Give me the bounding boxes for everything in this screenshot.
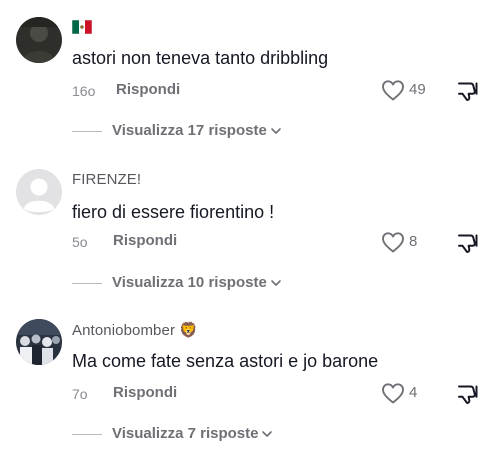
lion-emoji: 🦁 [179, 322, 199, 339]
heart-icon [382, 232, 404, 253]
comment-text: fiero di essere fiorentino ! [72, 202, 275, 222]
mexico-flag-icon [71, 19, 93, 39]
reply-button[interactable]: Rispondi [113, 384, 177, 402]
like-count: 8 [409, 233, 418, 250]
like-button[interactable]: 49 [381, 79, 426, 101]
comment-username[interactable] [71, 19, 93, 39]
reply-button[interactable]: Rispondi [116, 81, 180, 99]
comment-item: Antoniobomber 🦁 Ma come fate senza astor… [0, 304, 500, 456]
comment-text: Ma come fate senza astori e jo barone [72, 351, 379, 371]
dislike-button[interactable] [456, 231, 480, 260]
comment-username[interactable]: Antoniobomber 🦁 [72, 322, 198, 340]
like-button[interactable]: 8 [381, 231, 417, 253]
view-replies-button[interactable]: Visualizza 17 risposte [72, 122, 282, 140]
divider [72, 433, 102, 435]
avatar[interactable] [16, 169, 62, 215]
dislike-button[interactable] [456, 382, 480, 411]
avatar[interactable] [16, 319, 62, 365]
divider [72, 130, 102, 132]
divider [72, 282, 102, 284]
chevron-down-icon [271, 280, 281, 286]
like-count: 49 [409, 81, 426, 98]
view-replies-button[interactable]: Visualizza 7 risposte [72, 425, 273, 443]
like-count: 4 [409, 384, 418, 401]
thumbs-down-icon [458, 82, 478, 101]
thumbs-down-icon [458, 234, 478, 253]
comment-time: 5o [72, 234, 88, 250]
heart-icon [382, 383, 404, 404]
chevron-down-icon [262, 431, 273, 437]
reply-button[interactable]: Rispondi [113, 232, 177, 250]
comment-item: FIRENZE! fiero di essere fiorentino ! 5o… [0, 152, 500, 304]
comment-text: astori non teneva tanto dribbling [72, 48, 329, 68]
thumbs-down-icon [458, 385, 478, 404]
heart-icon [382, 80, 404, 101]
comment-time: 7o [72, 386, 88, 402]
chevron-down-icon [271, 128, 281, 134]
view-replies-button[interactable]: Visualizza 10 risposte [72, 274, 282, 292]
avatar[interactable] [16, 17, 62, 63]
comment-time: 16o [72, 83, 96, 99]
dislike-button[interactable] [456, 79, 480, 108]
like-button[interactable]: 4 [381, 382, 417, 404]
comment-item: astori non teneva tanto dribbling 16o Ri… [0, 0, 500, 152]
comment-username[interactable]: FIRENZE! [72, 171, 141, 189]
